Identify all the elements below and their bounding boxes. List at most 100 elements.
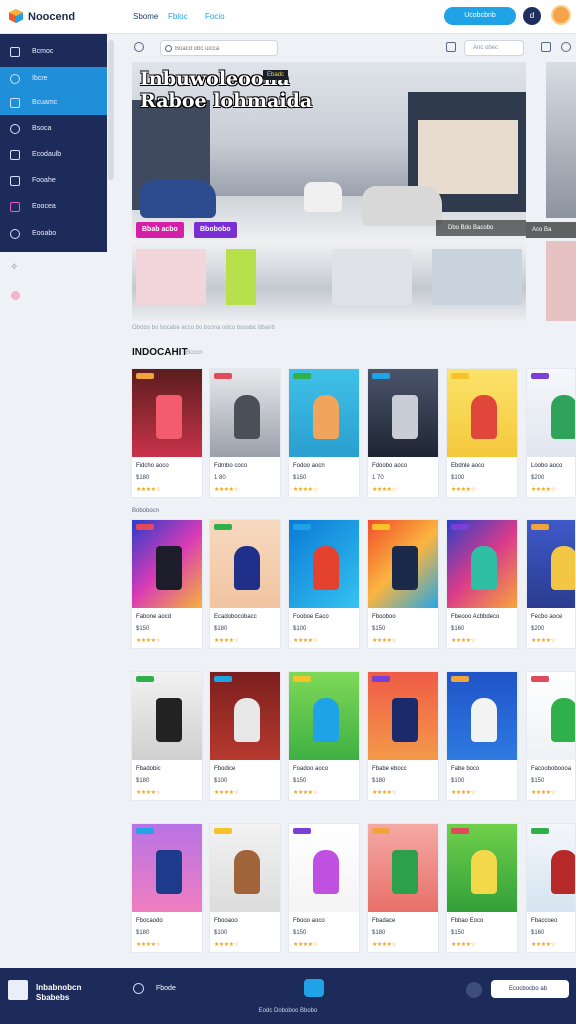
nav-link-1[interactable]: Sbome	[133, 12, 158, 21]
product-card[interactable]: Fdmbo coco 1 80 ★★★★☆	[209, 368, 281, 498]
sidebar-item-3[interactable]: Bcuamc	[0, 91, 107, 115]
product-card[interactable]: Fbooo aoco $150 ★★★★☆	[288, 823, 360, 953]
product-image[interactable]	[132, 824, 202, 912]
product-name[interactable]: Fbadace	[372, 918, 395, 924]
section-subtitle[interactable]: Bcocn	[186, 350, 203, 356]
banner-next-thumb[interactable]	[546, 241, 576, 321]
product-card[interactable]: Fodoo aocn $150 ★★★★☆	[288, 368, 360, 498]
product-image[interactable]	[368, 369, 438, 457]
product-name[interactable]: Fodoo aocn	[293, 463, 325, 469]
product-image[interactable]	[210, 369, 280, 457]
product-card[interactable]: Fidcho aoco $180 ★★★★☆	[131, 368, 203, 498]
user-avatar[interactable]	[551, 5, 571, 25]
product-card[interactable]: Fbeooo Acbbdeco $160 ★★★★☆	[446, 519, 518, 649]
product-image[interactable]	[527, 520, 575, 608]
sort-select[interactable]: Anc obec	[464, 40, 524, 56]
product-name[interactable]: Fbabe ebocc	[372, 766, 407, 772]
refresh-icon[interactable]	[134, 42, 144, 52]
sidebar-item-6[interactable]: Fooahe	[0, 169, 107, 193]
product-image[interactable]	[368, 672, 438, 760]
sparkle-icon[interactable]: ✧	[10, 262, 18, 273]
product-card[interactable]: Facooboboooa $150 ★★★★☆	[526, 671, 576, 801]
search-field[interactable]	[160, 40, 278, 56]
product-image[interactable]	[289, 520, 359, 608]
product-image[interactable]	[368, 520, 438, 608]
sidebar-item-8[interactable]: Eooabo	[0, 222, 107, 246]
product-image[interactable]	[527, 672, 575, 760]
profile-icon[interactable]	[561, 42, 571, 52]
notification-button[interactable]: d	[523, 7, 541, 25]
product-image[interactable]	[132, 369, 202, 457]
scrollbar[interactable]	[108, 40, 114, 180]
product-card[interactable]: Loobo aoco $200 ★★★★☆	[526, 368, 576, 498]
product-name[interactable]: Fbodice	[214, 766, 235, 772]
header-cta-button[interactable]: Ucobcbnb	[444, 7, 516, 25]
product-name[interactable]: Fbeooo Acbbdeco	[451, 614, 499, 620]
app-title[interactable]: Noocend	[28, 11, 75, 23]
product-image[interactable]	[527, 824, 575, 912]
product-image[interactable]	[210, 824, 280, 912]
product-name[interactable]: Fbbao Eoco	[451, 918, 483, 924]
product-card[interactable]: Fbabe ebocc $180 ★★★★☆	[367, 671, 439, 801]
product-image[interactable]	[132, 520, 202, 608]
product-name[interactable]: Fbadobic	[136, 766, 161, 772]
product-name[interactable]: Fdmbo coco	[214, 463, 247, 469]
product-name[interactable]: Fabone aocd	[136, 614, 171, 620]
hero-banner[interactable]: Inbuwoleoona Raboe lohmaida Ebadc Bbab a…	[132, 62, 526, 241]
product-name[interactable]: Fbooaoo	[214, 918, 238, 924]
hero-chip-1[interactable]: Bbab acbo	[136, 222, 184, 238]
footer-cta-button[interactable]: Ecocbocbo ab	[491, 980, 569, 998]
product-name[interactable]: Fbocaodo	[136, 918, 163, 924]
product-card[interactable]: Fbadobic $180 ★★★★☆	[131, 671, 203, 801]
product-card[interactable]: Fbooaoo $100 ★★★★☆	[209, 823, 281, 953]
sidebar-item-1[interactable]: Bcmoc	[0, 40, 107, 64]
product-name[interactable]: Fooboe Eaco	[293, 614, 329, 620]
product-name[interactable]: Fbooo aoco	[293, 918, 325, 924]
mall-banner[interactable]	[132, 241, 526, 321]
chat-icon[interactable]	[466, 982, 482, 998]
product-card[interactable]: Fbooboo $150 ★★★★☆	[367, 519, 439, 649]
product-image[interactable]	[447, 369, 517, 457]
product-image[interactable]	[210, 520, 280, 608]
carousel-next-thumb[interactable]	[546, 62, 576, 218]
sidebar-item-5[interactable]: Ecodaulb	[0, 143, 107, 167]
product-card[interactable]: Fbaccoeo $160 ★★★★☆	[526, 823, 576, 953]
product-card[interactable]: Fbbao Eoco $150 ★★★★☆	[446, 823, 518, 953]
product-name[interactable]: Fabe boco	[451, 766, 479, 772]
product-image[interactable]	[447, 520, 517, 608]
product-name[interactable]: Fbooboo	[372, 614, 396, 620]
product-name[interactable]: Fecbo aoce	[531, 614, 562, 620]
hero-chip-2[interactable]: Bbobobo	[194, 222, 237, 238]
product-name[interactable]: Fdoobo aoco	[372, 463, 407, 469]
share-icon[interactable]	[446, 42, 456, 52]
sidebar-item-4[interactable]: Bsoca	[0, 117, 107, 141]
product-image[interactable]	[289, 369, 359, 457]
product-card[interactable]: Fecbo aoce $200 ★★★★☆	[526, 519, 576, 649]
product-name[interactable]: Ecadobocobacc	[214, 614, 257, 620]
footer-home-button[interactable]	[304, 979, 324, 997]
product-name[interactable]: Foadoo aoco	[293, 766, 328, 772]
product-image[interactable]	[289, 672, 359, 760]
product-name[interactable]: Facooboboooa	[531, 766, 571, 772]
product-image[interactable]	[527, 369, 575, 457]
product-card[interactable]: Fabone aocd $150 ★★★★☆	[131, 519, 203, 649]
product-card[interactable]: Fooboe Eaco $100 ★★★★☆	[288, 519, 360, 649]
product-name[interactable]: Ebdnle aoco	[451, 463, 484, 469]
product-card[interactable]: Fbocaodo $180 ★★★★☆	[131, 823, 203, 953]
product-card[interactable]: Fdoobo aoco 1 70 ★★★★☆	[367, 368, 439, 498]
product-card[interactable]: Fabe boco $100 ★★★★☆	[446, 671, 518, 801]
product-image[interactable]	[447, 824, 517, 912]
product-name[interactable]: Fidcho aoco	[136, 463, 169, 469]
product-image[interactable]	[368, 824, 438, 912]
sidebar-item-2[interactable]: Ibcre	[0, 67, 107, 91]
product-card[interactable]: Ecadobocobacc $180 ★★★★☆	[209, 519, 281, 649]
product-image[interactable]	[289, 824, 359, 912]
sidebar-item-7[interactable]: Eoocea	[0, 195, 107, 219]
product-card[interactable]: Foadoo aoco $150 ★★★★☆	[288, 671, 360, 801]
product-name[interactable]: Loobo aoco	[531, 463, 562, 469]
product-card[interactable]: Fbodice $100 ★★★★☆	[209, 671, 281, 801]
product-image[interactable]	[210, 672, 280, 760]
product-image[interactable]	[447, 672, 517, 760]
nav-link-3[interactable]: Focio	[205, 12, 225, 21]
product-card[interactable]: Fbadace $180 ★★★★☆	[367, 823, 439, 953]
